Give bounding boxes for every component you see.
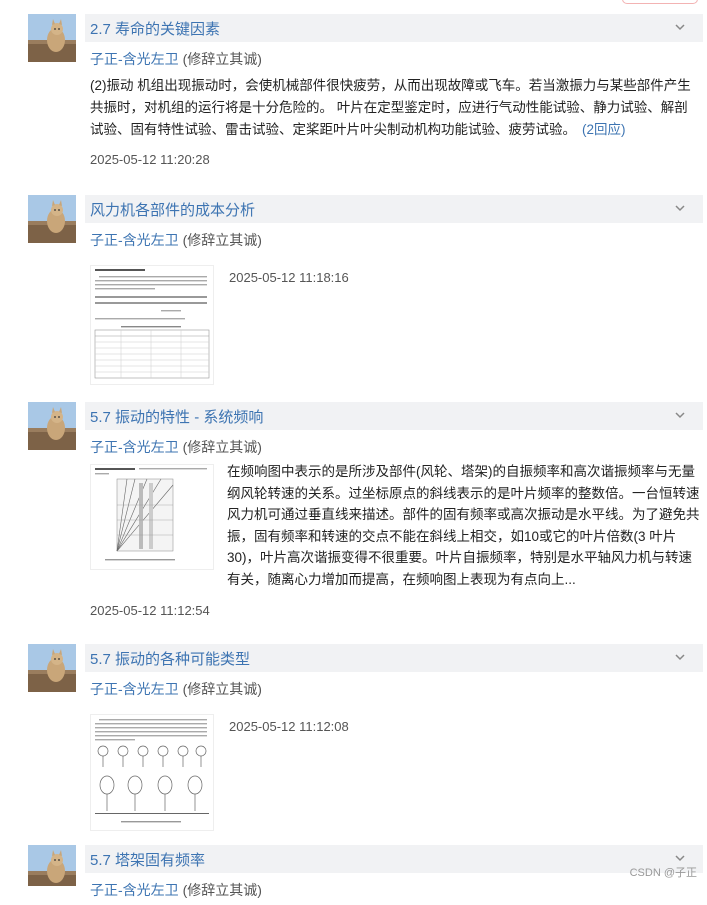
feed-post: 风力机各部件的成本分析 子正-含光左卫 (修辞立其诚) 2025-05-12 1… — [0, 195, 707, 390]
post-thumbnail[interactable] — [90, 265, 214, 385]
post-thumbnail[interactable] — [90, 714, 214, 831]
chevron-down-icon[interactable] — [673, 201, 687, 215]
post-body: (2)振动 机组出现振动时，会使机械部件很快疲劳，从而出现故障或飞车。若当激振力… — [90, 75, 694, 141]
watermark: CSDN @子正 — [629, 867, 697, 879]
feed-post: 5.7 振动的各种可能类型 子正-含光左卫 (修辞立其诚) 2025-05-12… — [0, 644, 707, 834]
author-line: 子正-含光左卫 (修辞立其诚) — [90, 49, 262, 69]
chevron-down-icon[interactable] — [673, 650, 687, 664]
avatar-image — [28, 14, 76, 62]
avatar[interactable] — [28, 845, 76, 886]
author-line: 子正-含光左卫 (修辞立其诚) — [90, 437, 262, 457]
author-name[interactable]: 子正-含光左卫 — [90, 681, 179, 697]
post-title-bar[interactable]: 2.7 寿命的关键因素 — [85, 14, 703, 42]
feed-post: 5.7 振动的特性 - 系统频响 子正-含光左卫 (修辞立其诚) 在频响图中表示… — [0, 402, 707, 632]
avatar-image — [28, 644, 76, 692]
avatar[interactable] — [28, 195, 76, 243]
author-note: (修辞立其诚) — [182, 51, 262, 67]
chevron-down-icon[interactable] — [673, 20, 687, 34]
document-page-thumbnail — [91, 715, 213, 830]
avatar[interactable] — [28, 644, 76, 692]
chevron-down-icon[interactable] — [673, 408, 687, 422]
author-note: (修辞立其诚) — [182, 681, 262, 697]
author-name[interactable]: 子正-含光左卫 — [90, 882, 179, 898]
document-page-thumbnail — [91, 266, 213, 384]
feed-post: 2.7 寿命的关键因素 子正-含光左卫 (修辞立其诚) (2)振动 机组出现振动… — [0, 14, 707, 184]
author-line: 子正-含光左卫 (修辞立其诚) — [90, 679, 262, 699]
post-title-bar[interactable]: 5.7 塔架固有频率 — [85, 845, 703, 873]
post-title[interactable]: 5.7 振动的特性 - 系统频响 — [90, 406, 263, 427]
author-name[interactable]: 子正-含光左卫 — [90, 439, 179, 455]
post-date: 2025-05-12 11:12:54 — [90, 603, 210, 618]
post-body: 在频响图中表示的是所涉及部件(风轮、塔架)的自振频率和高次谐振频率与无量纲风轮转… — [90, 461, 700, 590]
post-date: 2025-05-12 11:20:28 — [90, 152, 210, 167]
avatar[interactable] — [28, 14, 76, 62]
avatar-image — [28, 195, 76, 243]
post-date: 2025-05-12 11:18:16 — [229, 270, 349, 285]
post-body-text: 在频响图中表示的是所涉及部件(风轮、塔架)的自振频率和高次谐振频率与无量纲风轮转… — [227, 464, 700, 587]
post-title-bar[interactable]: 5.7 振动的各种可能类型 — [85, 644, 703, 672]
chevron-down-icon[interactable] — [673, 851, 687, 865]
avatar[interactable] — [28, 402, 76, 450]
author-line: 子正-含光左卫 (修辞立其诚) — [90, 230, 262, 250]
post-title[interactable]: 风力机各部件的成本分析 — [90, 199, 255, 220]
author-note: (修辞立其诚) — [182, 882, 262, 898]
top-action-button-edge[interactable] — [622, 0, 698, 4]
post-title[interactable]: 2.7 寿命的关键因素 — [90, 18, 220, 39]
author-note: (修辞立其诚) — [182, 232, 262, 248]
author-name[interactable]: 子正-含光左卫 — [90, 51, 179, 67]
post-date: 2025-05-12 11:12:08 — [229, 719, 349, 734]
avatar-image — [28, 845, 76, 886]
author-note: (修辞立其诚) — [182, 439, 262, 455]
feed-post: 5.7 塔架固有频率 子正-含光左卫 (修辞立其诚) — [0, 845, 707, 905]
author-name[interactable]: 子正-含光左卫 — [90, 232, 179, 248]
post-title[interactable]: 5.7 塔架固有频率 — [90, 849, 205, 870]
thumbnail-spacer — [90, 461, 227, 581]
avatar-image — [28, 402, 76, 450]
post-title-bar[interactable]: 风力机各部件的成本分析 — [85, 195, 703, 223]
reply-count-link[interactable]: (2回应) — [582, 122, 626, 137]
post-title-bar[interactable]: 5.7 振动的特性 - 系统频响 — [85, 402, 703, 430]
author-line: 子正-含光左卫 (修辞立其诚) — [90, 880, 262, 900]
post-title[interactable]: 5.7 振动的各种可能类型 — [90, 648, 250, 669]
